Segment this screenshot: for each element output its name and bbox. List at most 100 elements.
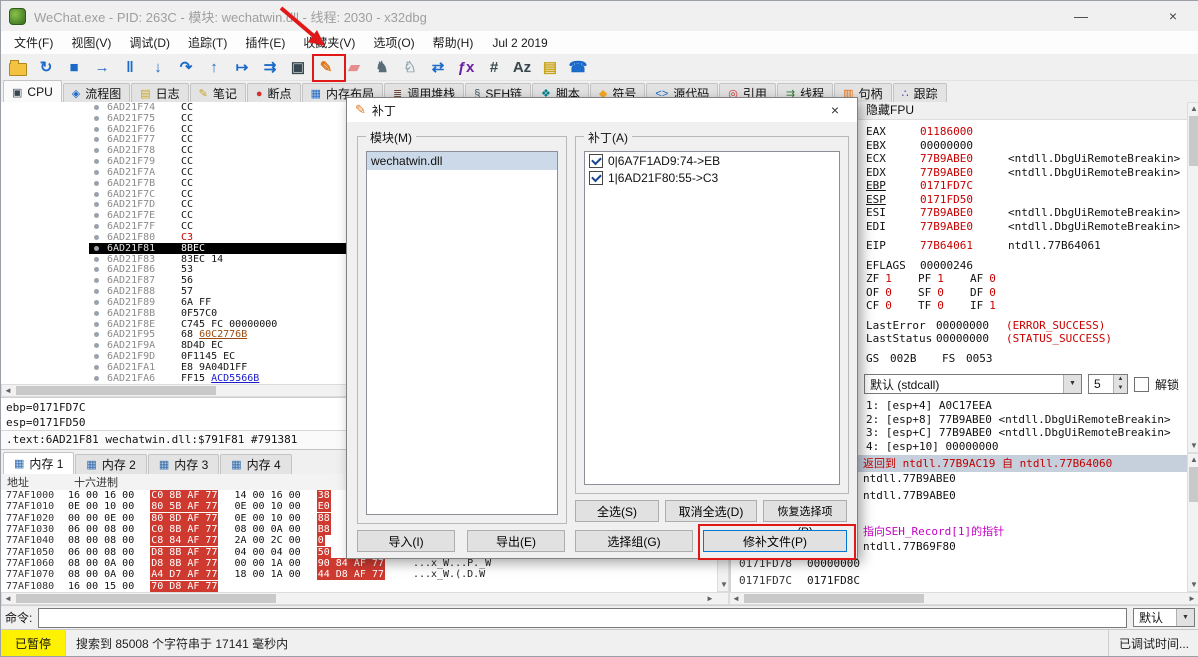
spinner-arrows-icon[interactable]: ▲ ▼ bbox=[1113, 375, 1127, 393]
callconv-arg-4[interactable]: 4: [esp+10] 00000000 bbox=[858, 440, 1187, 454]
dump-row[interactable]: 77AF1070 08 00 0A 00 A4 D7 AF 77 18 00 1A 0… bbox=[1, 569, 717, 581]
unlock-checkbox[interactable] bbox=[1134, 376, 1149, 392]
scroll-left-icon[interactable]: ◄ bbox=[2, 593, 14, 605]
stop-icon[interactable]: ■ bbox=[63, 56, 85, 78]
register-row-edi[interactable]: EDI 77B9ABE0 <ntdll.DbgUiRemoteBreakin> bbox=[858, 220, 1187, 234]
tab-trace[interactable]: ∴ 跟踪 bbox=[892, 83, 947, 103]
module-list-item[interactable]: wechatwin.dll bbox=[367, 152, 557, 170]
chevron-down-icon[interactable]: ▼ bbox=[1176, 609, 1194, 626]
dump-hscroll-thumb[interactable] bbox=[16, 594, 276, 603]
menu-item-1[interactable]: 文件(F) bbox=[5, 33, 62, 53]
restart-icon[interactable]: ↻ bbox=[35, 56, 57, 78]
flag-if[interactable]: IF 1 bbox=[970, 299, 996, 312]
register-row-eip[interactable]: EIP 77B64061 ntdll.77B64061 bbox=[858, 239, 1187, 253]
handles-icon[interactable]: ☎ bbox=[567, 56, 589, 78]
register-row-ecx[interactable]: ECX 77B9ABE0 <ntdll.DbgUiRemoteBreakin> bbox=[858, 152, 1187, 166]
flag-zf[interactable]: ZF 1 bbox=[866, 272, 892, 285]
select-group-button[interactable]: 选择组(G) bbox=[575, 530, 693, 552]
args-count-spinner[interactable]: 5 ▲ ▼ bbox=[1088, 374, 1128, 394]
close-button[interactable]: × bbox=[1151, 1, 1195, 31]
export-button[interactable]: 导出(E) bbox=[467, 530, 565, 552]
command-profile-select[interactable]: 默认 ▼ bbox=[1133, 608, 1195, 627]
menu-item-2[interactable]: 视图(V) bbox=[62, 33, 120, 53]
dump-tab-2[interactable]: ▦ 内存 2 bbox=[75, 454, 147, 474]
flag-tf[interactable]: TF 0 bbox=[918, 299, 944, 312]
register-row-segments[interactable]: GS 002B FS 0053 bbox=[858, 352, 1187, 366]
import-button[interactable]: 导入(I) bbox=[357, 530, 455, 552]
compare-icon[interactable]: ⇄ bbox=[427, 56, 449, 78]
dialog-close-button[interactable]: × bbox=[821, 102, 849, 118]
patch-list-item[interactable]: 0|6A7F1AD9:74->EB bbox=[585, 152, 839, 169]
dump-row[interactable]: 77AF1080 16 00 15 00 70 D8 AF 77 bbox=[1, 580, 717, 592]
flag-df[interactable]: DF 0 bbox=[970, 286, 996, 299]
scroll-left-icon[interactable]: ◄ bbox=[730, 593, 742, 605]
minimize-button[interactable]: — bbox=[1059, 1, 1103, 31]
step-over-icon[interactable]: ↷ bbox=[175, 56, 197, 78]
run-to-cursor-icon[interactable]: ↦ bbox=[231, 56, 253, 78]
tab-cpu[interactable]: ▣ CPU bbox=[3, 80, 62, 103]
dump-tab-4[interactable]: ▦ 内存 4 bbox=[220, 454, 292, 474]
scroll-left-icon[interactable]: ◄ bbox=[2, 385, 14, 397]
stack-vscrollbar[interactable]: ▲ ▼ bbox=[1187, 453, 1198, 592]
tab-breakpoints[interactable]: ● 断点 bbox=[246, 83, 301, 103]
tab-graph[interactable]: ◈ 流程图 bbox=[62, 83, 131, 103]
registers-vscrollbar[interactable]: ▲ ▼ bbox=[1187, 102, 1198, 453]
menu-item-8[interactable]: 帮助(H) bbox=[424, 33, 483, 53]
flag-pf[interactable]: PF 1 bbox=[918, 272, 944, 285]
flag-cf[interactable]: CF 0 bbox=[866, 299, 892, 312]
hide-fpu-button[interactable]: 隐藏FPU bbox=[858, 102, 1187, 120]
eraser-icon[interactable]: ▰ bbox=[343, 56, 365, 78]
stack-vscroll-thumb[interactable] bbox=[1189, 467, 1198, 502]
scroll-down-icon[interactable]: ▼ bbox=[1188, 440, 1198, 452]
dump-row[interactable]: 77AF1060 08 00 0A 00 D8 8B AF 77 00 00 1A 0… bbox=[1, 558, 717, 570]
step-into-icon[interactable]: ↓ bbox=[147, 56, 169, 78]
callconv-arg-1[interactable]: 1: [esp+4] A0C17EEA bbox=[858, 399, 1187, 413]
tab-log[interactable]: ▤ 日志 bbox=[131, 83, 189, 103]
dump-tab-1[interactable]: ▦ 内存 1 bbox=[3, 452, 75, 474]
goose-icon-1[interactable]: ♞ bbox=[371, 56, 393, 78]
hash-icon[interactable]: # bbox=[483, 56, 505, 78]
register-row-eax[interactable]: EAX 01186000 bbox=[858, 125, 1187, 139]
register-row-ebx[interactable]: EBX 00000000 bbox=[858, 139, 1187, 153]
stack-row[interactable]: 0171FD7C 0171FD8C bbox=[731, 574, 1187, 591]
assemble-icon[interactable]: ƒx bbox=[455, 56, 477, 78]
menu-item-3[interactable]: 调试(D) bbox=[120, 33, 179, 53]
chevron-down-icon[interactable]: ▼ bbox=[1063, 375, 1081, 393]
scroll-right-icon[interactable]: ► bbox=[704, 593, 716, 605]
calling-convention-select[interactable]: 默认 (stdcall) ▼ bbox=[864, 374, 1082, 394]
command-input[interactable] bbox=[38, 607, 1127, 628]
register-row-esp[interactable]: ESP 0171FD50 bbox=[858, 193, 1187, 207]
flag-af[interactable]: AF 0 bbox=[970, 272, 996, 285]
scroll-up-icon[interactable]: ▲ bbox=[1188, 454, 1198, 466]
patch-list-item[interactable]: 1|6AD21F80:55->C3 bbox=[585, 169, 839, 186]
scroll-up-icon[interactable]: ▲ bbox=[1188, 103, 1198, 115]
register-row-eflags[interactable]: EFLAGS 00000246 bbox=[858, 259, 1187, 273]
register-row-lasterror[interactable]: LastError 00000000 (ERROR_SUCCESS) bbox=[858, 319, 1187, 333]
deselect-all-button[interactable]: 取消全选(D) bbox=[665, 500, 757, 522]
open-file-icon[interactable] bbox=[7, 56, 29, 78]
scroll-down-icon[interactable]: ▼ bbox=[1188, 579, 1198, 591]
module-list[interactable]: wechatwin.dll bbox=[366, 151, 558, 515]
patch-checkbox[interactable] bbox=[589, 170, 603, 185]
patch-list[interactable]: 0|6A7F1AD9:74->EB 1|6AD21F80:55->C3 bbox=[584, 151, 840, 485]
tab-notes[interactable]: ✎ 笔记 bbox=[189, 83, 246, 103]
step-out-icon[interactable]: ↑ bbox=[203, 56, 225, 78]
strings-icon[interactable]: Az bbox=[511, 56, 533, 78]
patch-checkbox[interactable] bbox=[589, 153, 603, 168]
animate-icon[interactable]: ⇉ bbox=[259, 56, 281, 78]
menu-item-4[interactable]: 追踪(T) bbox=[179, 33, 236, 53]
callconv-arg-3[interactable]: 3: [esp+C] 77B9ABE0 <ntdll.DbgUiRemoteBr… bbox=[858, 426, 1187, 440]
register-row-edx[interactable]: EDX 77B9ABE0 <ntdll.DbgUiRemoteBreakin> bbox=[858, 166, 1187, 180]
select-all-button[interactable]: 全选(S) bbox=[575, 500, 659, 522]
dump-tab-3[interactable]: ▦ 内存 3 bbox=[147, 454, 220, 474]
run-icon[interactable]: → bbox=[91, 56, 113, 78]
disasm-hscroll-thumb[interactable] bbox=[16, 386, 216, 395]
goose-icon-2[interactable]: ♘ bbox=[399, 56, 421, 78]
trace-icon[interactable]: ▣ bbox=[287, 56, 309, 78]
notes-icon[interactable]: ▤ bbox=[539, 56, 561, 78]
stack-hscrollbar[interactable]: ◄ ► bbox=[729, 592, 1198, 605]
callconv-arg-2[interactable]: 2: [esp+8] 77B9ABE0 <ntdll.DbgUiRemoteBr… bbox=[858, 413, 1187, 427]
register-row-laststatus[interactable]: LastStatus 00000000 (STATUS_SUCCESS) bbox=[858, 332, 1187, 346]
restore-selected-button[interactable]: 恢复选择项(R) bbox=[763, 500, 847, 538]
register-row-ebp[interactable]: EBP 0171FD7C bbox=[858, 179, 1187, 193]
